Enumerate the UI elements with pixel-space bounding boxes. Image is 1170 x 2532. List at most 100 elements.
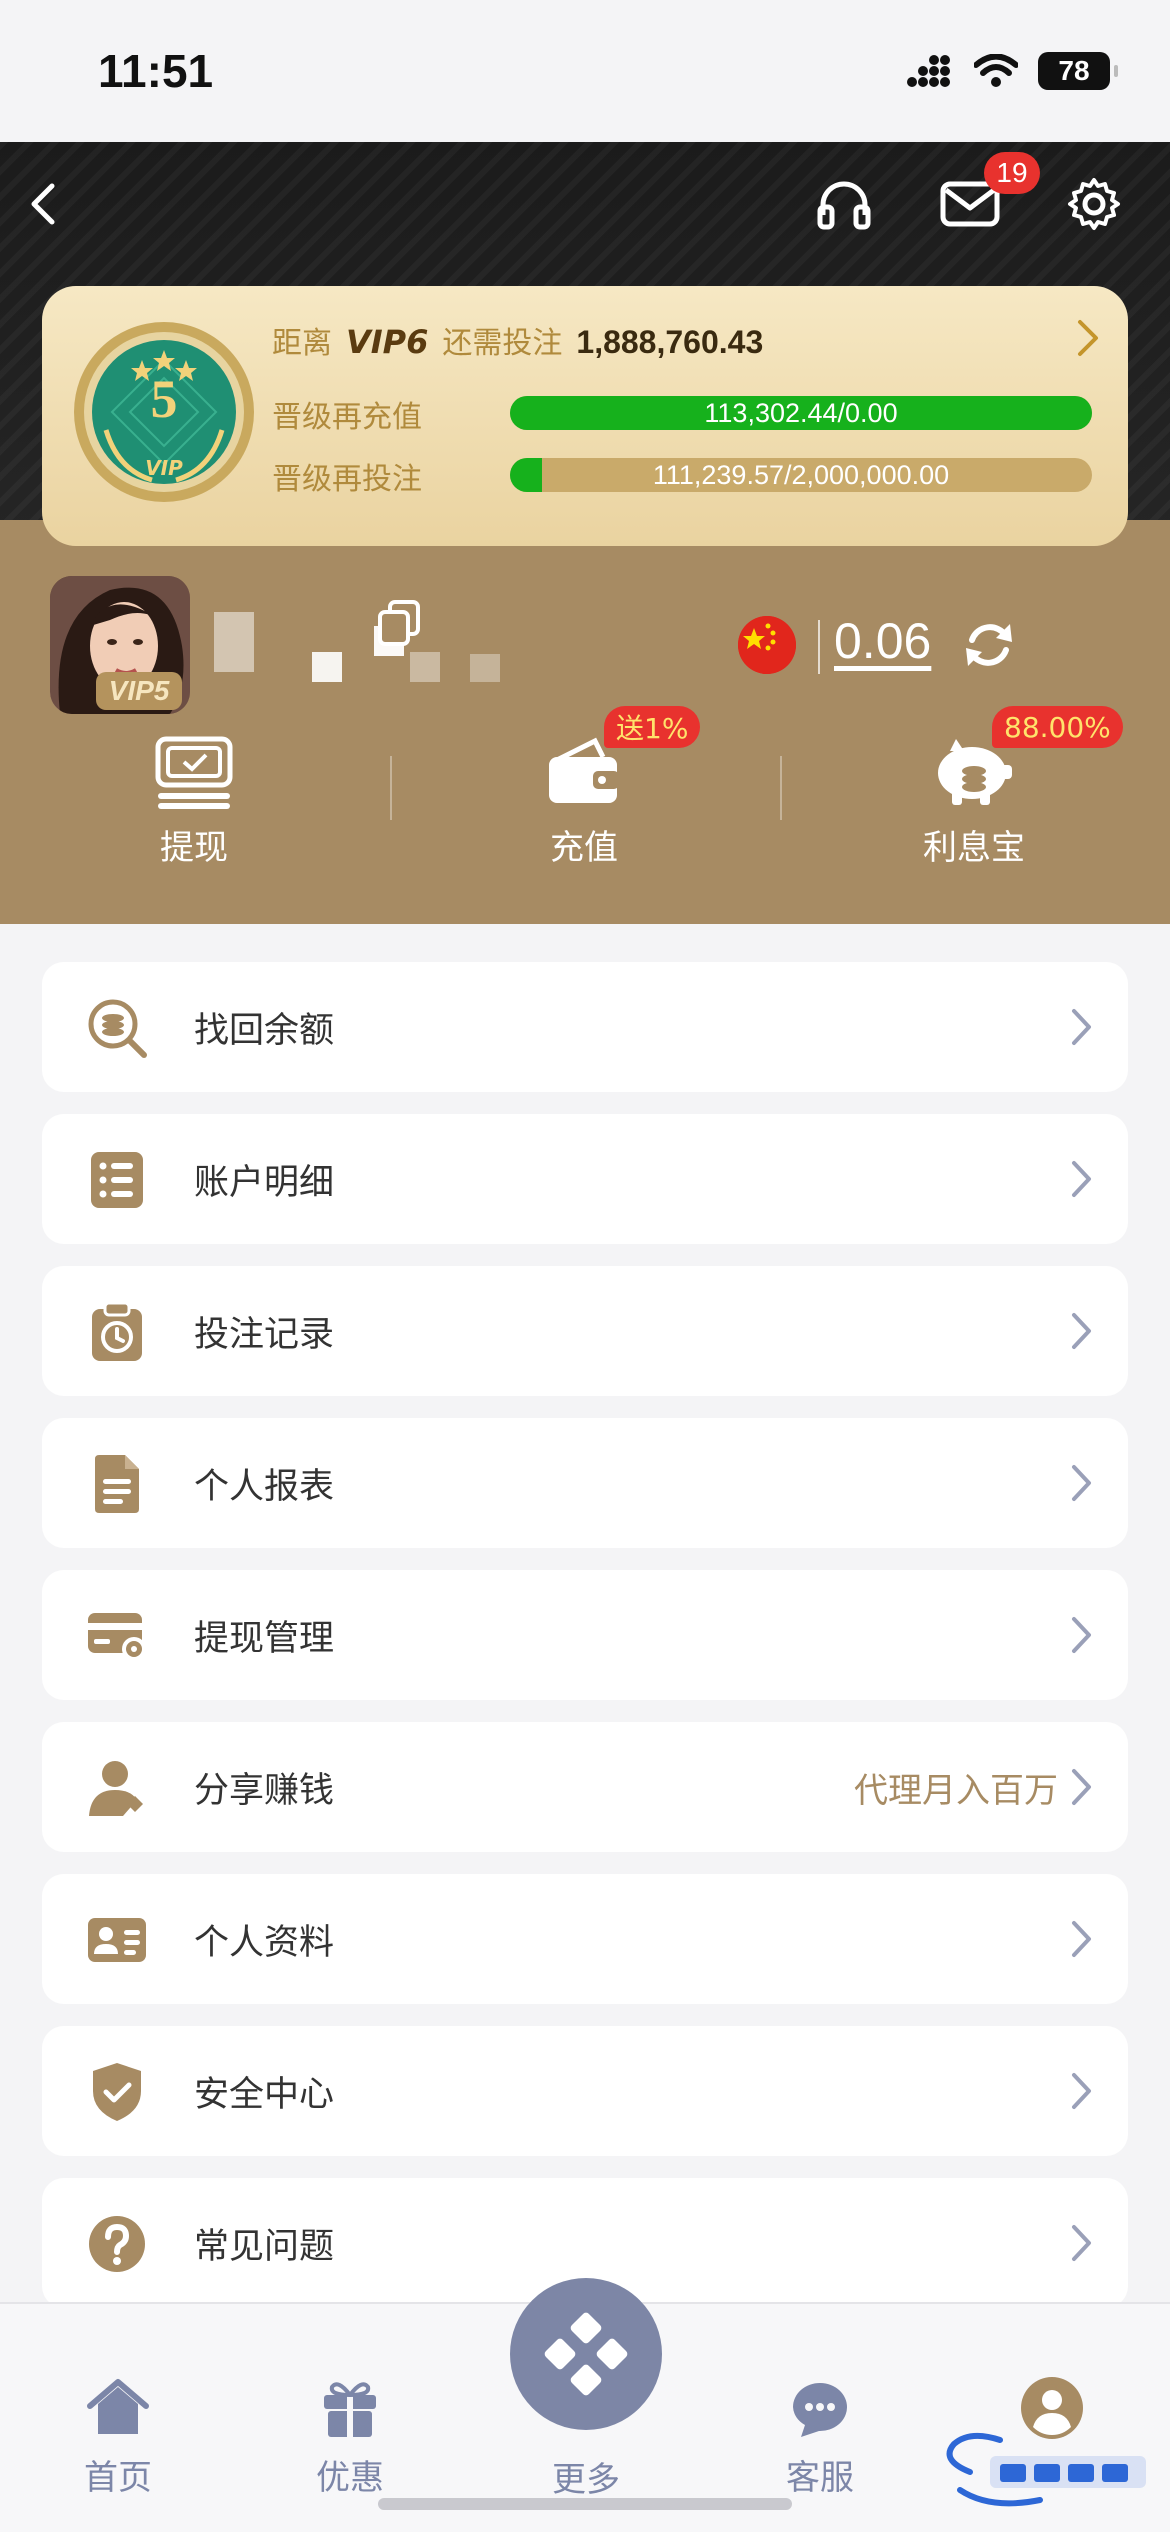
tab-promotions[interactable]: 优惠 <box>270 2372 430 2499</box>
tab-label: 更多 <box>552 2460 620 2500</box>
menu-item-bet-records[interactable]: 投注记录 <box>42 1266 1128 1396</box>
chevron-right-icon <box>1072 1769 1091 1805</box>
bet-progress-bar: 111,239.57/2,000,000.00 <box>510 458 1092 492</box>
chevron-right-icon <box>1072 1009 1091 1045</box>
chevron-right-icon <box>1072 1313 1091 1349</box>
back-button[interactable] <box>12 172 76 236</box>
document-icon <box>95 1455 139 1513</box>
home-indicator <box>378 2498 792 2510</box>
menu-item-label: 个人报表 <box>194 1466 335 1507</box>
vip-level-number: 5 <box>150 369 178 429</box>
support-chat-icon <box>793 2383 847 2437</box>
bet-progress-text: 111,239.57/2,000,000.00 <box>652 459 950 490</box>
shield-check-icon <box>93 2063 141 2121</box>
quick-action-label: 提现 <box>160 828 228 868</box>
recharge-label: 晋级再充值 <box>272 400 422 435</box>
balance-amount: 0.06 <box>834 613 932 669</box>
menu-item-extra: 代理月入百万 <box>854 1770 1058 1811</box>
watermark-logo <box>930 2430 1160 2514</box>
mail-badge: 19 <box>984 152 1040 194</box>
search-coins-icon <box>88 999 147 1058</box>
quick-action-label: 充值 <box>550 828 618 868</box>
chevron-right-icon <box>1072 1465 1091 1501</box>
help-icon <box>89 2216 145 2272</box>
username-redacted <box>214 612 254 672</box>
gear-icon <box>1068 178 1120 230</box>
menu-item-label: 常见问题 <box>194 2226 335 2267</box>
chevron-right-icon <box>1072 1921 1091 1957</box>
customer-service-button[interactable] <box>812 172 876 236</box>
menu-item-label: 找回余额 <box>194 1010 335 1051</box>
recharge-progress-text: 113,302.44/0.00 <box>704 397 898 428</box>
menu-item-label: 分享赚钱 <box>194 1770 335 1811</box>
vip-prefix: 距离 <box>272 326 332 361</box>
battery-indicator: 78 <box>1038 52 1118 90</box>
vip-medal-caption: VIP <box>145 456 183 480</box>
vip-needed-amount: 1,888,760.43 <box>576 324 764 360</box>
clipboard-clock-icon <box>92 1301 142 1361</box>
username-redacted <box>410 652 440 682</box>
chevron-right-icon <box>1072 1617 1091 1653</box>
wifi-icon <box>974 54 1018 87</box>
menu-item-label: 个人资料 <box>194 1922 335 1963</box>
chevron-right-icon <box>1078 320 1098 356</box>
quick-action-interest[interactable]: 利息宝 <box>874 730 1074 869</box>
interest-rate-badge: 88.00% <box>992 706 1123 748</box>
china-flag-icon <box>738 616 796 674</box>
avatar-vip-tag: VIP5 <box>96 672 182 710</box>
gift-icon <box>324 2382 376 2437</box>
quick-action-withdraw[interactable]: 提现 <box>94 730 294 869</box>
tab-label: 首页 <box>84 2458 152 2498</box>
copy-username-button[interactable] <box>376 598 424 654</box>
menu-item-share-earn[interactable]: 分享赚钱 代理月入百万 <box>42 1722 1128 1852</box>
list-icon <box>91 1152 143 1208</box>
username-redacted <box>470 654 500 682</box>
refresh-balance-button[interactable] <box>960 616 1018 678</box>
menu-list: 找回余额 账户明细 投注记录 个人报表 提现管理 分享赚钱 代理月入百万 个人资… <box>42 962 1128 2330</box>
tab-home[interactable]: 首页 <box>38 2372 198 2499</box>
vip-next-level-info: 距离 VIP6 还需投注 1,888,760.43 <box>272 318 763 362</box>
quick-action-recharge[interactable]: 充值 <box>484 730 684 869</box>
tab-customer-service[interactable]: 客服 <box>740 2372 900 2499</box>
headset-icon <box>817 181 871 230</box>
tab-label: 客服 <box>786 2458 854 2498</box>
tab-label: 优惠 <box>316 2458 384 2498</box>
recharge-progress-bar: 113,302.44/0.00 <box>510 396 1092 430</box>
vip-needed-label: 还需投注 <box>442 326 563 361</box>
card-settings-icon <box>88 1613 146 1661</box>
vip-card[interactable]: 5 VIP 距离 VIP6 还需投注 1,888,760.43 晋级再充值 11… <box>42 286 1128 546</box>
more-button[interactable] <box>510 2278 662 2430</box>
home-icon <box>87 2379 149 2434</box>
quick-action-divider <box>780 756 782 820</box>
settings-button[interactable] <box>1062 172 1126 236</box>
more-icon <box>544 2312 628 2396</box>
username-redacted <box>312 652 342 682</box>
cellular-signal-icon <box>907 55 950 87</box>
refresh-icon <box>966 624 1012 666</box>
menu-item-label: 提现管理 <box>194 1618 335 1659</box>
menu-item-account-details[interactable]: 账户明细 <box>42 1114 1128 1244</box>
quick-action-label: 利息宝 <box>923 828 1025 868</box>
chevron-right-icon <box>1072 2225 1091 2261</box>
menu-item-personal-report[interactable]: 个人报表 <box>42 1418 1128 1548</box>
vip-detail-arrow[interactable] <box>1072 316 1102 364</box>
menu-item-withdraw-management[interactable]: 提现管理 <box>42 1570 1128 1700</box>
balance-divider <box>818 620 820 674</box>
menu-item-recover-balance[interactable]: 找回余额 <box>42 962 1128 1092</box>
bet-label: 晋级再投注 <box>272 462 422 497</box>
vip-next-level: VIP6 <box>346 323 429 361</box>
menu-item-label: 安全中心 <box>194 2074 335 2115</box>
menu-item-label: 投注记录 <box>194 1314 335 1355</box>
user-share-icon <box>89 1761 143 1816</box>
menu-item-personal-info[interactable]: 个人资料 <box>42 1874 1128 2004</box>
recharge-bonus-badge: 送1% <box>604 706 701 748</box>
copy-icon <box>378 600 420 646</box>
menu-item-security-center[interactable]: 安全中心 <box>42 2026 1128 2156</box>
menu-item-label: 账户明细 <box>194 1162 335 1203</box>
quick-action-divider <box>390 756 392 820</box>
chevron-left-icon <box>31 183 55 225</box>
chevron-right-icon <box>1072 1161 1091 1197</box>
status-bar: 11:51 78 <box>0 0 1170 142</box>
chevron-right-icon <box>1072 2073 1091 2109</box>
withdraw-icon <box>155 736 233 809</box>
